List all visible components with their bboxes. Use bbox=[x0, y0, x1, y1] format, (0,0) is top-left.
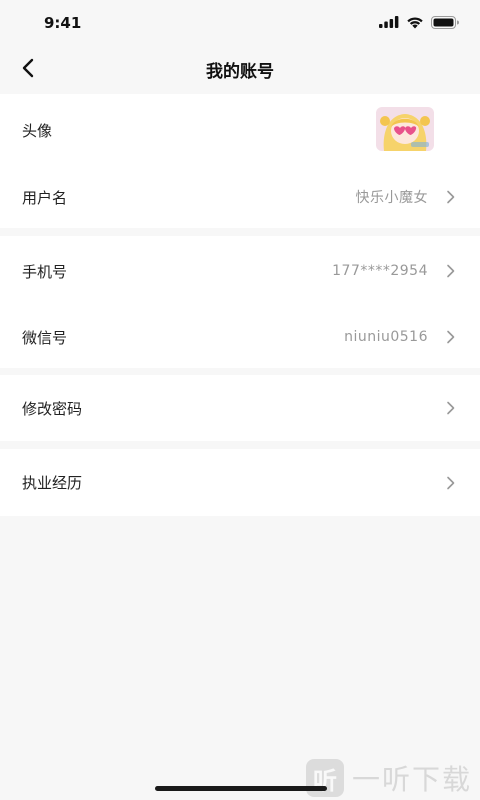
watermark: 听 一听下载 bbox=[305, 758, 472, 798]
work-experience-label: 执业经历 bbox=[22, 474, 83, 492]
phone-label: 手机号 bbox=[22, 262, 68, 281]
security-group: 修改密码 bbox=[0, 375, 480, 441]
username-label: 用户名 bbox=[22, 188, 68, 207]
wifi-icon bbox=[407, 16, 423, 28]
change-password-label: 修改密码 bbox=[22, 399, 83, 418]
chevron-right-icon bbox=[447, 264, 455, 278]
chevron-right-icon bbox=[447, 190, 455, 204]
watermark-text: 一听下载 bbox=[351, 763, 472, 796]
battery-icon bbox=[431, 15, 459, 29]
status-bar: 9:41 bbox=[0, 0, 480, 44]
home-indicator bbox=[155, 786, 327, 791]
phone-row[interactable]: 手机号 177****2954 bbox=[0, 236, 480, 306]
chevron-right-icon bbox=[447, 401, 455, 415]
avatar-row[interactable]: 头像 bbox=[0, 94, 480, 166]
wechat-value: niuniu0516 bbox=[344, 329, 428, 345]
wechat-label: 微信号 bbox=[22, 328, 68, 347]
profile-group: 头像 用户名 快乐小魔女 bbox=[0, 94, 480, 228]
contact-group: 手机号 177****2954 微信号 niuniu0516 bbox=[0, 236, 480, 368]
navigation-bar: 我的账号 bbox=[0, 44, 480, 92]
watermark-logo: 听 bbox=[305, 759, 344, 797]
username-value: 快乐小魔女 bbox=[355, 190, 428, 206]
avatar-label: 头像 bbox=[22, 121, 53, 140]
phone-value: 177****2954 bbox=[332, 263, 428, 279]
career-group: 执业经历 bbox=[0, 449, 480, 516]
chevron-right-icon bbox=[447, 476, 455, 489]
avatar[interactable] bbox=[376, 107, 434, 151]
status-time: 9:41 bbox=[44, 14, 82, 32]
status-icons bbox=[379, 15, 460, 29]
change-password-row[interactable]: 修改密码 bbox=[0, 375, 480, 441]
chevron-right-icon bbox=[447, 330, 455, 344]
page-title: 我的账号 bbox=[206, 62, 274, 82]
wechat-row[interactable]: 微信号 niuniu0516 bbox=[0, 306, 480, 368]
work-experience-row[interactable]: 执业经历 bbox=[0, 449, 480, 516]
username-row[interactable]: 用户名 快乐小魔女 bbox=[0, 166, 480, 228]
signal-icon bbox=[379, 16, 399, 28]
